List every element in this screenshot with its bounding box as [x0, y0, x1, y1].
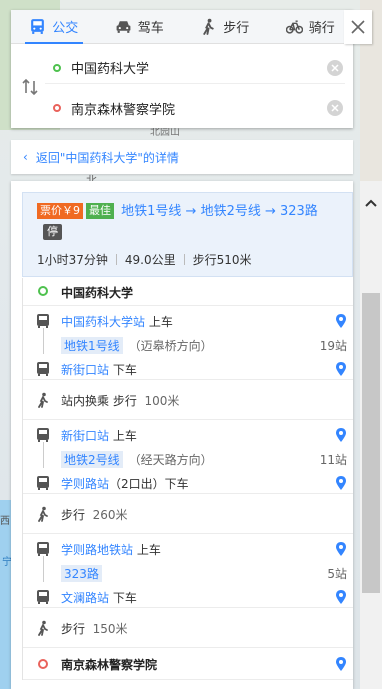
walk-dist: 150米: [92, 621, 128, 636]
tab-drive[interactable]: 驾车: [97, 10, 183, 43]
route-lines: 地铁1号线 → 地铁2号线 → 323路: [121, 204, 318, 219]
map-pin-icon[interactable]: [335, 427, 347, 443]
bus-icon: [31, 19, 45, 34]
close-panel-button[interactable]: [344, 10, 372, 44]
swap-icon[interactable]: [21, 78, 39, 96]
tab-label: 公交: [52, 21, 79, 36]
line-name: 323路: [61, 564, 102, 582]
map-label: 西: [0, 516, 10, 527]
bus-icon: [37, 476, 49, 490]
price-badge: 票价￥9: [37, 203, 83, 219]
scroll-thumb[interactable]: [362, 293, 380, 593]
step-segment[interactable]: 学则路地铁站 上车 323路 5站 文澜路站 下车: [23, 534, 353, 608]
chevron-left-icon: ‹: [23, 150, 28, 164]
alight-station[interactable]: 学则路站: [61, 475, 109, 492]
route-result-card: 票价￥9 最佳 地铁1号线 → 地铁2号线 → 323路 停 1小时37分钟 49…: [11, 181, 353, 689]
start-dot-icon: [53, 63, 61, 72]
close-icon: [351, 20, 365, 34]
bike-icon: [285, 20, 303, 34]
board-action: 上车: [112, 428, 137, 443]
close-icon: [331, 63, 339, 72]
step-start[interactable]: 中国药科大学: [23, 278, 353, 306]
walk-icon: [38, 392, 48, 408]
bus-icon: [37, 542, 49, 556]
tab-label: 驾车: [137, 21, 164, 36]
end-point-text: 南京森林警察学院: [71, 102, 176, 118]
walk-dist: 100米: [144, 393, 180, 408]
board-station[interactable]: 中国药科大学站: [61, 313, 145, 330]
chevron-up-icon: [365, 199, 377, 207]
walk-distance: 步行510米: [192, 253, 252, 267]
walk-text: 步行: [61, 621, 86, 636]
clear-start-button[interactable]: [327, 59, 343, 76]
map-pin-icon[interactable]: [335, 475, 347, 491]
bus-icon: [37, 362, 49, 376]
step-walk[interactable]: 站内换乘 步行 100米: [23, 380, 353, 420]
line-name: 地铁2号线: [61, 450, 123, 468]
tab-label: 骑行: [308, 21, 335, 36]
duration: 1小时37分钟: [37, 253, 108, 267]
route-search-panel: 公交 驾车 步行 骑行 中国药科大学 南京森林警察学院: [11, 10, 353, 128]
end-place: 南京森林警察学院: [61, 657, 158, 672]
back-to-details-link[interactable]: ‹ 返回"中国药科大学"的详情: [11, 140, 353, 174]
alight-action: 下车: [112, 362, 137, 377]
map-pin-icon[interactable]: [335, 656, 347, 672]
step-segment[interactable]: 新街口站 上车 地铁2号线 （经天路方向） 11站 学则路站 （2口出） 下车: [23, 420, 353, 494]
map-pin-icon[interactable]: [335, 313, 347, 329]
tab-transit[interactable]: 公交: [11, 10, 97, 44]
stop-badge: 停: [43, 224, 62, 240]
travel-mode-tabs: 公交 驾车 步行 骑行: [11, 10, 353, 44]
scroll-up-button[interactable]: [360, 195, 382, 211]
scrollbar[interactable]: [360, 181, 382, 689]
line-name: 地铁1号线: [61, 336, 123, 354]
best-badge: 最佳: [86, 203, 114, 219]
alight-action: 下车: [164, 476, 189, 491]
close-icon: [331, 104, 339, 112]
walk-icon: [38, 620, 48, 636]
bus-icon: [37, 314, 49, 328]
start-point-text: 中国药科大学: [71, 62, 150, 77]
tab-walk[interactable]: 步行: [182, 10, 268, 43]
board-action: 上车: [136, 542, 161, 557]
step-walk[interactable]: 步行 150米: [23, 608, 353, 648]
step-end[interactable]: 南京森林警察学院: [23, 648, 353, 680]
stop-count: 11站: [319, 452, 347, 467]
walk-icon: [38, 506, 48, 522]
board-station[interactable]: 学则路地铁站: [61, 541, 133, 558]
start-place: 中国药科大学: [61, 285, 134, 300]
map-pin-icon[interactable]: [335, 361, 347, 377]
board-station[interactable]: 新街口站: [61, 427, 109, 444]
walk-dist: 260米: [92, 507, 128, 522]
tab-label: 步行: [223, 21, 250, 36]
line-direction: （迈皋桥方向）: [128, 338, 213, 353]
alight-action: 下车: [112, 590, 137, 605]
map-pin-icon[interactable]: [335, 589, 347, 605]
alight-station[interactable]: 新街口站: [61, 361, 109, 378]
end-point-field[interactable]: 南京森林警察学院: [45, 92, 345, 124]
clear-end-button[interactable]: [327, 100, 343, 116]
distance: 49.0公里: [124, 253, 176, 267]
stop-count: 5站: [327, 566, 347, 581]
alight-station[interactable]: 文澜路站: [61, 589, 109, 606]
tab-bike[interactable]: 骑行: [268, 10, 354, 43]
step-walk[interactable]: 步行 260米: [23, 494, 353, 534]
stop-count: 19站: [319, 338, 347, 353]
car-icon: [116, 21, 131, 33]
line-direction: （经天路方向）: [128, 452, 213, 467]
end-dot-icon: [53, 104, 61, 112]
walk-icon: [203, 18, 214, 35]
route-steps: 中国药科大学 中国药科大学站 上车 地铁1号线 （迈皋桥方向） 19站 新街口站 …: [22, 278, 353, 680]
map-pin-icon[interactable]: [335, 541, 347, 557]
bus-icon: [37, 590, 49, 604]
walk-text: 步行: [61, 507, 86, 522]
route-summary[interactable]: 票价￥9 最佳 地铁1号线 → 地铁2号线 → 323路 停 1小时37分钟 49…: [22, 192, 353, 277]
exit-info: （2口出）: [109, 476, 165, 491]
board-action: 上车: [148, 314, 173, 329]
step-segment[interactable]: 中国药科大学站 上车 地铁1号线 （迈皋桥方向） 19站 新街口站 下车: [23, 306, 353, 380]
walk-text: 站内换乘 步行: [61, 393, 137, 408]
bus-icon: [37, 428, 49, 442]
back-link-text: 返回"中国药科大学"的详情: [35, 150, 179, 165]
start-point-field[interactable]: 中国药科大学: [45, 52, 345, 84]
